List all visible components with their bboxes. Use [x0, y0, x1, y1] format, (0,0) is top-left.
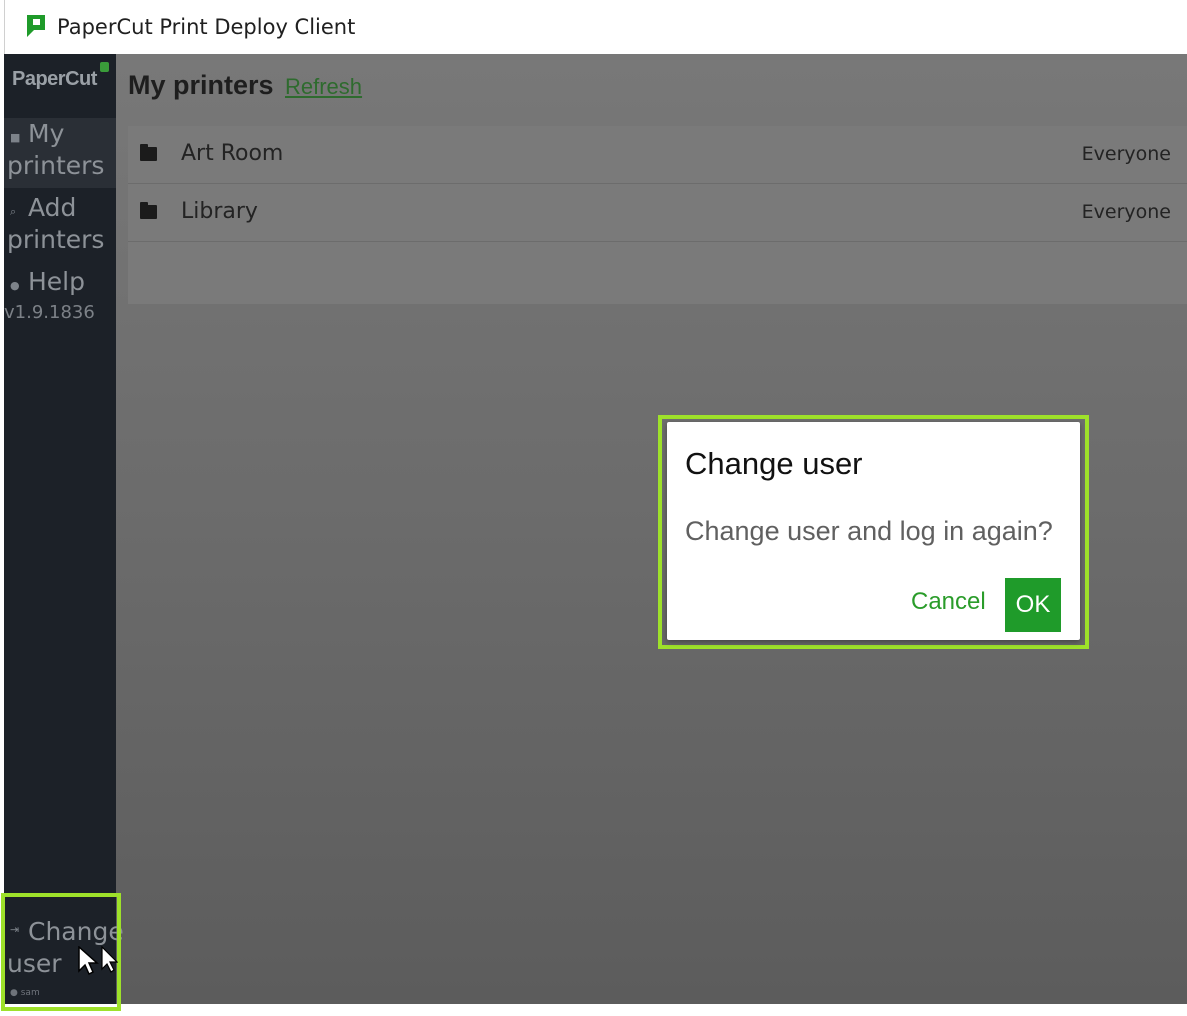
sidebar: PaperCut ■ My printers ⌕ Add printers ● … [4, 54, 116, 1004]
help-icon: ● [10, 279, 20, 292]
search-icon: ⌕ [10, 205, 17, 218]
refresh-link[interactable]: Refresh [285, 74, 362, 100]
sidebar-item-label-line2: printers [7, 225, 105, 254]
printer-icon [140, 144, 157, 161]
printer-access: Everyone [1081, 143, 1171, 165]
window-title: PaperCut Print Deploy Client [57, 15, 356, 39]
ok-button[interactable]: OK [1005, 578, 1061, 632]
version-label: v1.9.1836 [4, 302, 95, 323]
list-item[interactable]: Art Room Everyone [128, 126, 1187, 184]
brand-mark-icon [100, 62, 109, 72]
sidebar-item-help[interactable]: ● Help [4, 266, 116, 300]
printer-list: Art Room Everyone Library Everyone [128, 126, 1187, 304]
dialog-title: Change user [685, 446, 863, 481]
page-title: My printers [128, 70, 274, 100]
brand-logo: PaperCut [12, 68, 97, 90]
sidebar-item-my-printers[interactable]: ■ My printers [4, 118, 116, 188]
sidebar-item-add-printers[interactable]: ⌕ Add printers [4, 192, 116, 262]
dialog-message: Change user and log in again? [685, 516, 1053, 546]
printer-name: Art Room [181, 141, 284, 166]
printer-name: Library [181, 199, 258, 224]
mouse-cursor-icon [78, 946, 118, 976]
change-user-dialog: Change user Change user and log in again… [667, 422, 1080, 640]
sidebar-item-label-line2: printers [7, 151, 105, 180]
folder-icon: ■ [10, 131, 21, 144]
cancel-button[interactable]: Cancel [911, 588, 986, 616]
papercut-logo-icon [27, 15, 45, 37]
window-titlebar: PaperCut Print Deploy Client [4, 0, 1187, 54]
sidebar-item-label: Add [28, 193, 77, 222]
printer-icon [140, 202, 157, 219]
list-item[interactable]: Library Everyone [128, 184, 1187, 242]
printer-access: Everyone [1081, 201, 1171, 223]
